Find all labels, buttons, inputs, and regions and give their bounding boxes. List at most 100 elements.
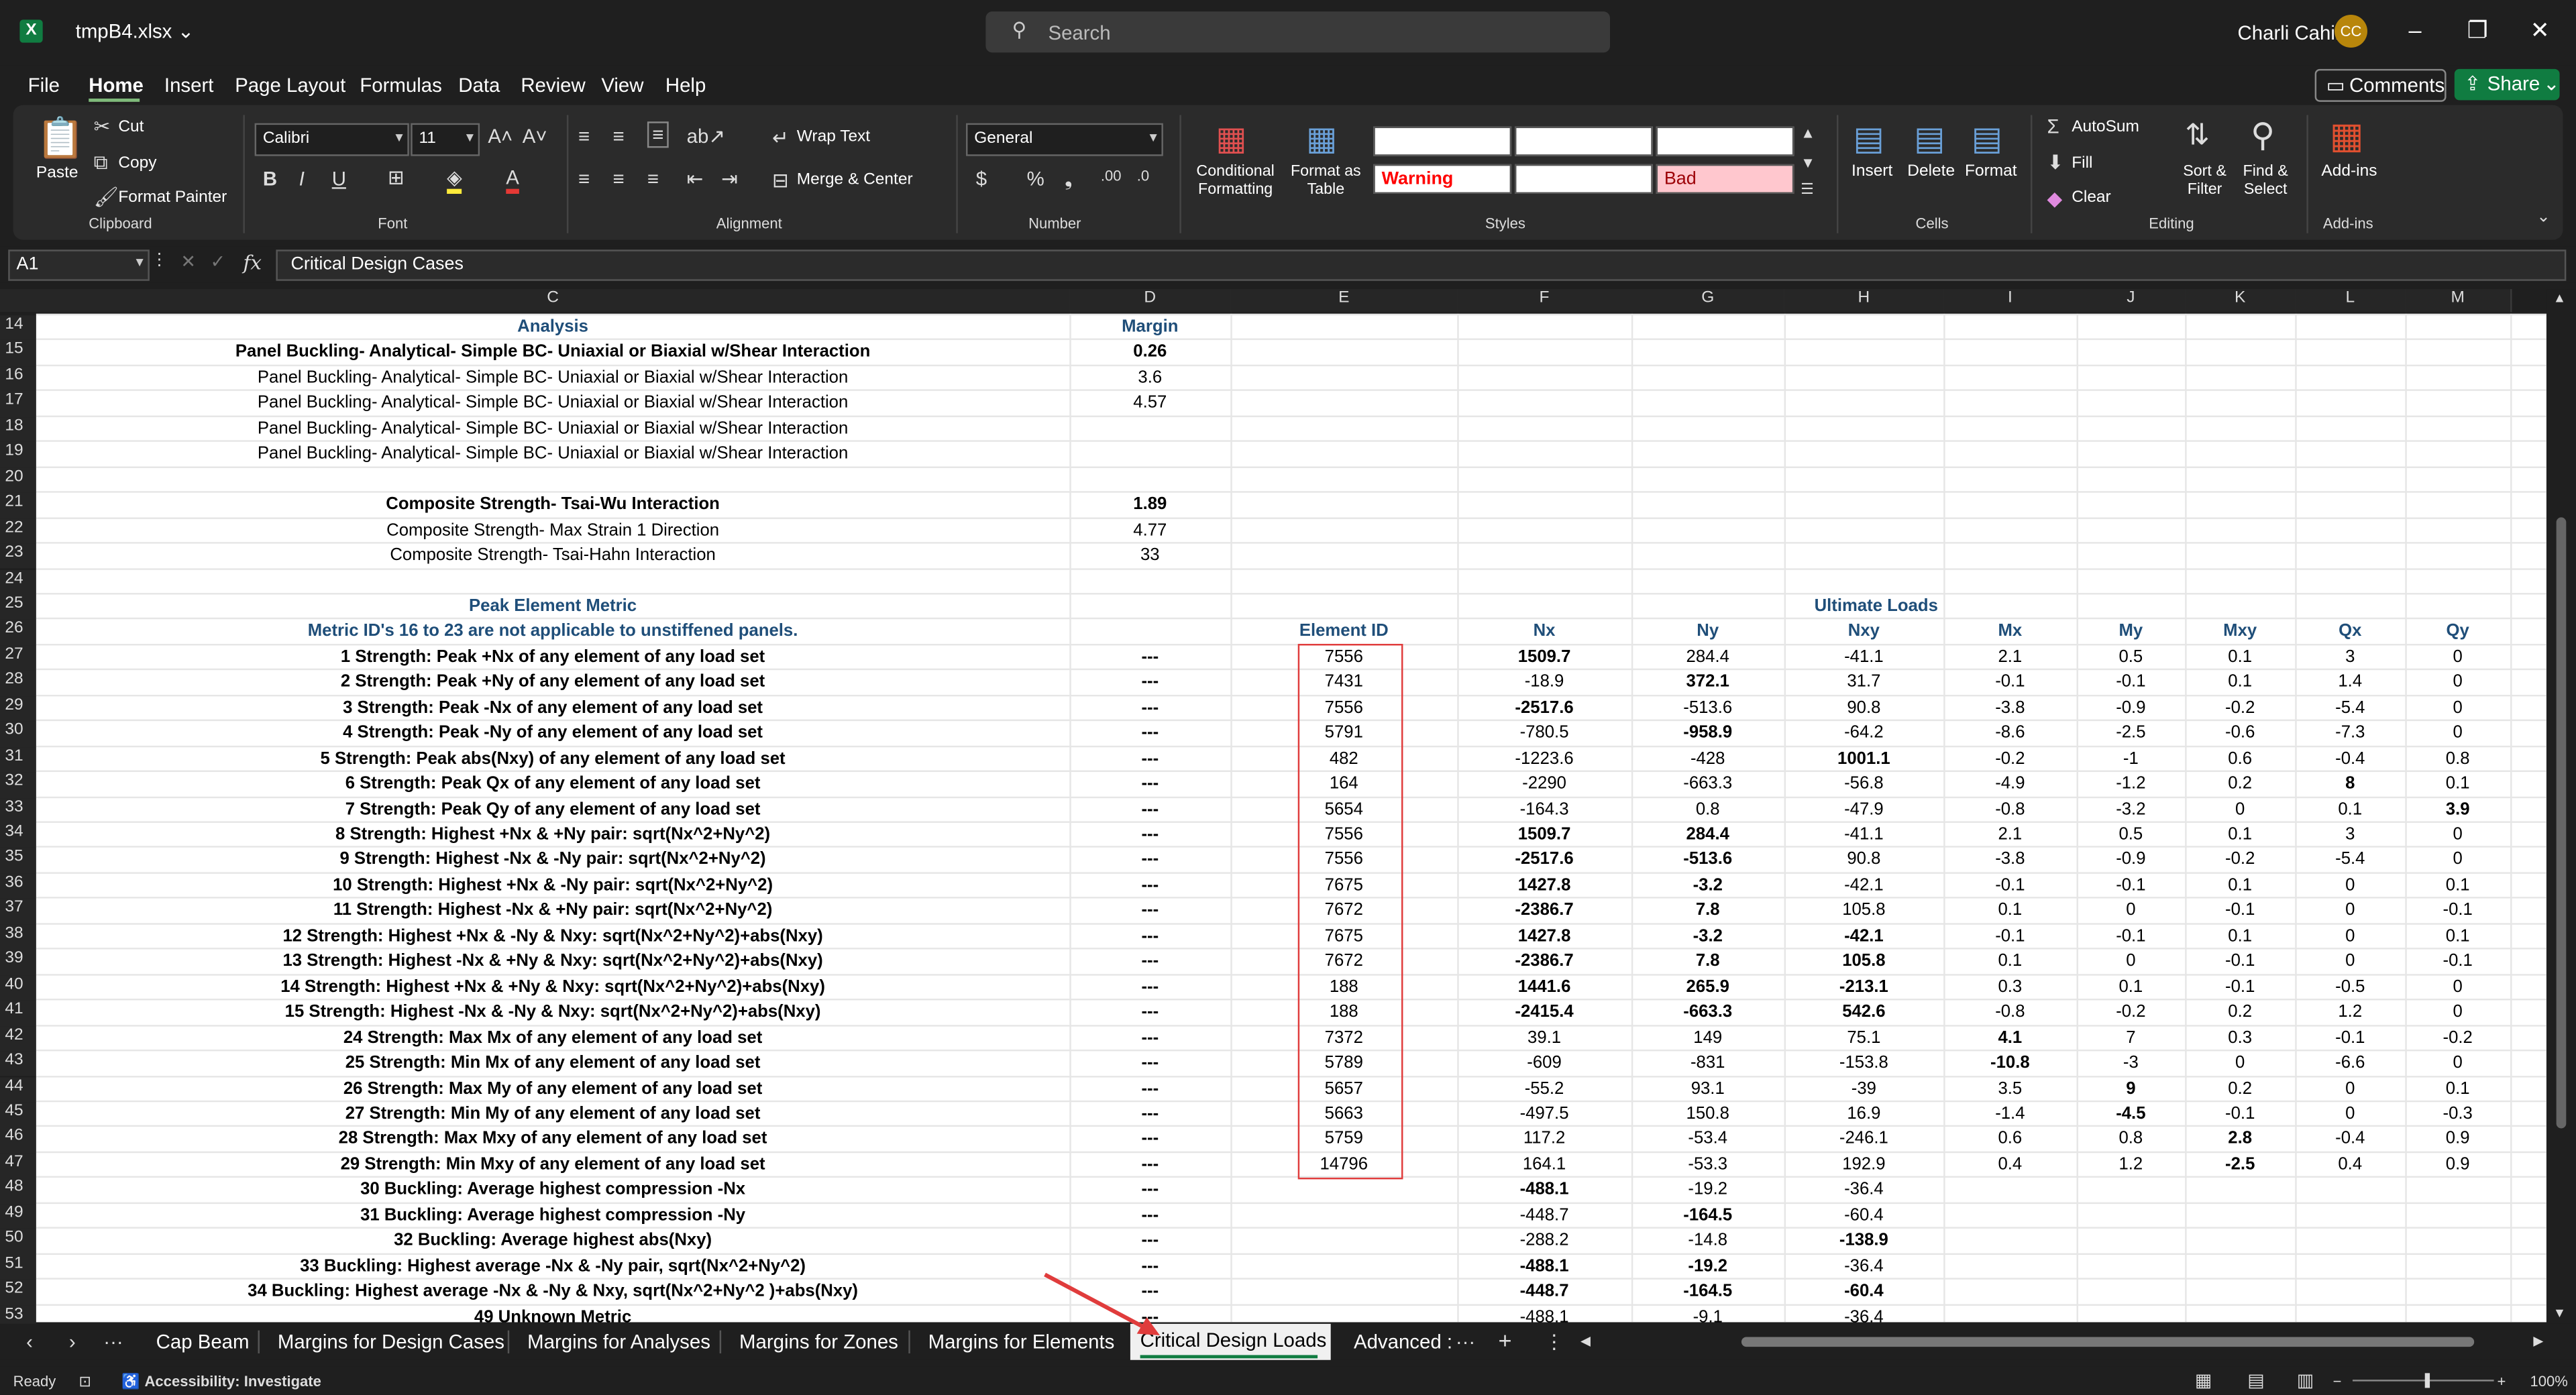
align-left-icon[interactable]: ≡ xyxy=(578,168,590,190)
load-value[interactable]: 31.7 xyxy=(1784,672,1944,691)
load-value[interactable]: -488.1 xyxy=(1457,1306,1631,1322)
analysis-label[interactable]: Composite Strength- Tsai-Hahn Interactio… xyxy=(36,545,1069,565)
row-header[interactable]: 37 xyxy=(0,899,36,925)
load-value[interactable]: -0.3 xyxy=(2405,1104,2510,1123)
increase-font-icon[interactable]: A˄ xyxy=(488,125,513,148)
load-value[interactable]: -55.2 xyxy=(1457,1078,1631,1098)
load-value[interactable]: -663.3 xyxy=(1631,774,1784,793)
metric-margin[interactable]: --- xyxy=(1069,672,1230,691)
style-bad[interactable]: Bad xyxy=(1656,164,1794,194)
analysis-label[interactable]: Composite Strength- Max Strain 1 Directi… xyxy=(36,520,1069,539)
margin-value[interactable]: 33 xyxy=(1069,545,1230,565)
load-value[interactable]: 0.4 xyxy=(2295,1154,2405,1174)
row-header[interactable]: 27 xyxy=(0,645,36,671)
horizontal-scroll-thumb[interactable] xyxy=(1741,1337,2475,1347)
metric-label[interactable]: 32 Buckling: Average highest abs(Nxy) xyxy=(36,1231,1069,1250)
metric-margin[interactable]: --- xyxy=(1069,1053,1230,1072)
load-value[interactable]: -497.5 xyxy=(1457,1104,1631,1123)
load-value[interactable]: 1.2 xyxy=(2295,1002,2405,1021)
format-painter-button[interactable]: Format Painter xyxy=(118,189,227,207)
load-value[interactable]: -18.9 xyxy=(1457,672,1631,691)
delete-cells-button[interactable]: Delete xyxy=(1907,162,1955,180)
load-value[interactable]: -60.4 xyxy=(1784,1205,1944,1225)
zoom-out-icon[interactable]: − xyxy=(2333,1373,2342,1389)
increase-decimal-icon[interactable]: .00 xyxy=(1101,168,1122,184)
metric-label[interactable]: 25 Strength: Min Mx of any element of an… xyxy=(36,1053,1069,1072)
metric-margin[interactable]: --- xyxy=(1069,647,1230,667)
close-icon[interactable]: ✕ xyxy=(2524,16,2557,44)
load-value[interactable]: 75.1 xyxy=(1784,1027,1944,1047)
load-value[interactable]: 0.5 xyxy=(2077,647,2186,667)
insert-function-icon[interactable]: fx xyxy=(243,252,261,274)
format-as-table-button[interactable]: Format as Table xyxy=(1287,162,1366,199)
load-value[interactable]: 0 xyxy=(2077,952,2186,971)
metric-margin[interactable]: --- xyxy=(1069,1078,1230,1098)
menu-home[interactable]: Home xyxy=(89,74,144,97)
analysis-header[interactable]: Analysis xyxy=(36,317,1069,337)
column-header-h[interactable]: H xyxy=(1784,289,1945,313)
load-value[interactable]: -3.8 xyxy=(1943,698,2076,717)
load-value[interactable]: -0.1 xyxy=(2405,952,2510,971)
row-header[interactable]: 35 xyxy=(0,848,36,874)
load-value[interactable]: 0 xyxy=(2295,875,2405,895)
load-value[interactable]: 284.4 xyxy=(1631,647,1784,667)
row-header[interactable]: 42 xyxy=(0,1025,36,1052)
load-value[interactable]: 192.9 xyxy=(1784,1154,1944,1174)
row-header[interactable]: 39 xyxy=(0,950,36,975)
row-header[interactable]: 32 xyxy=(0,772,36,798)
load-value[interactable]: 3 xyxy=(2295,647,2405,667)
more-sheets-icon[interactable]: ··· xyxy=(103,1331,123,1353)
load-value[interactable]: 164.1 xyxy=(1457,1154,1631,1174)
decrease-decimal-icon[interactable]: .0 xyxy=(1137,168,1149,184)
column-header-g[interactable]: G xyxy=(1631,289,1786,313)
load-value[interactable]: 265.9 xyxy=(1631,976,1784,996)
load-value[interactable]: -6.6 xyxy=(2295,1053,2405,1072)
load-value[interactable]: -42.1 xyxy=(1784,926,1944,946)
load-value[interactable]: -2.5 xyxy=(2185,1154,2295,1174)
load-value[interactable]: -164.3 xyxy=(1457,799,1631,819)
load-value[interactable]: 542.6 xyxy=(1784,1002,1944,1021)
metric-label[interactable]: 49 Unknown Metric xyxy=(36,1306,1069,1322)
metric-margin[interactable]: --- xyxy=(1069,850,1230,869)
row-header[interactable]: 47 xyxy=(0,1152,36,1178)
metric-label[interactable]: 7 Strength: Peak Qy of any element of an… xyxy=(36,799,1069,819)
row-header[interactable]: 21 xyxy=(0,493,36,518)
load-value[interactable]: -1 xyxy=(2077,748,2186,768)
load-value[interactable]: 2.1 xyxy=(1943,647,2076,667)
copy-button[interactable]: Copy xyxy=(118,154,156,172)
load-value[interactable]: -0.2 xyxy=(2185,850,2295,869)
load-value[interactable]: -0.8 xyxy=(1943,799,2076,819)
metric-label[interactable]: 29 Strength: Min Mxy of any element of a… xyxy=(36,1154,1069,1174)
align-right-icon[interactable]: ≡ xyxy=(647,168,659,190)
load-value[interactable]: -53.4 xyxy=(1631,1129,1784,1148)
load-value[interactable]: 39.1 xyxy=(1457,1027,1631,1047)
row-header[interactable]: 15 xyxy=(0,341,36,366)
insert-cells-button[interactable]: Insert xyxy=(1851,162,1892,180)
analysis-label[interactable]: Panel Buckling- Analytical- Simple BC- U… xyxy=(36,444,1069,463)
row-header[interactable]: 18 xyxy=(0,416,36,443)
paste-button[interactable]: Paste xyxy=(36,164,78,182)
load-value[interactable]: 105.8 xyxy=(1784,952,1944,971)
load-value[interactable]: -2386.7 xyxy=(1457,901,1631,920)
load-value[interactable]: 7.8 xyxy=(1631,901,1784,920)
analysis-label[interactable]: Panel Buckling- Analytical- Simple BC- U… xyxy=(36,418,1069,438)
analysis-label[interactable]: Composite Strength- Tsai-Wu Interaction xyxy=(36,494,1069,514)
load-value[interactable]: 1.2 xyxy=(2077,1154,2186,1174)
styles-more-icon[interactable]: ☰ xyxy=(1801,180,1814,199)
name-box[interactable]: A1 ▾ xyxy=(8,249,150,281)
load-value[interactable]: -958.9 xyxy=(1631,723,1784,742)
load-value[interactable]: -1223.6 xyxy=(1457,748,1631,768)
load-value[interactable]: -0.1 xyxy=(1943,926,2076,946)
load-value[interactable]: -488.1 xyxy=(1457,1180,1631,1199)
load-value[interactable]: 4.1 xyxy=(1943,1027,2076,1047)
load-value[interactable]: 0.1 xyxy=(2077,976,2186,996)
margin-value[interactable]: 3.6 xyxy=(1069,368,1230,387)
load-value[interactable]: 7 xyxy=(2077,1027,2186,1047)
next-sheet-icon[interactable]: › xyxy=(69,1331,76,1353)
metric-label[interactable]: 1 Strength: Peak +Nx of any element of a… xyxy=(36,647,1069,667)
menu-review[interactable]: Review xyxy=(521,74,585,97)
add-sheet-icon[interactable]: + xyxy=(1498,1327,1511,1353)
load-value[interactable]: -3.8 xyxy=(1943,850,2076,869)
italic-icon[interactable]: I xyxy=(299,168,305,190)
load-value[interactable]: -0.4 xyxy=(2295,1129,2405,1148)
